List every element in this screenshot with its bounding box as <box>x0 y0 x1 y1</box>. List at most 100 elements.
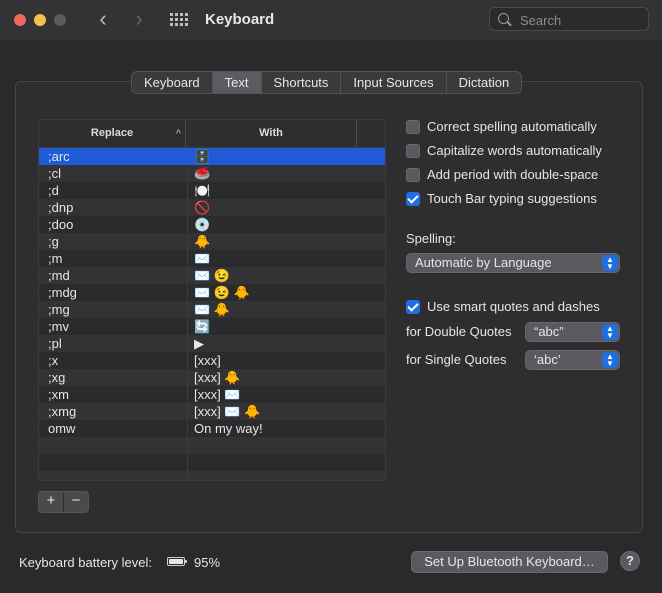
replace-cell[interactable]: ;xm <box>39 386 187 403</box>
search-input[interactable] <box>518 11 642 29</box>
with-cell[interactable]: 🔄 <box>187 318 210 335</box>
column-header-replace[interactable]: Replace ^ <box>39 120 186 147</box>
capitalize-option[interactable]: Capitalize words automatically <box>406 143 602 158</box>
with-cell[interactable]: On my way! <box>187 420 263 437</box>
with-cell[interactable]: 🥌 <box>187 165 210 182</box>
replace-cell[interactable]: ;mv <box>39 318 187 335</box>
replace-cell[interactable]: ;xg <box>39 369 187 386</box>
table-row[interactable]: ;x [xxx] <box>39 352 385 369</box>
table-row[interactable]: ;arc 🗄️ <box>39 148 385 165</box>
search-field[interactable] <box>489 7 649 31</box>
touch-bar-option[interactable]: Touch Bar typing suggestions <box>406 191 597 206</box>
spelling-value: Automatic by Language <box>415 255 552 270</box>
text-replacements-table[interactable]: Replace ^ With ;arc 🗄️ ;cl 🥌 ;d 🍽️ ;dnp 🚫 ;doo 💿;… <box>38 119 386 481</box>
replace-cell[interactable] <box>39 471 187 480</box>
battery-level-label: Keyboard battery level: <box>19 555 152 570</box>
with-cell[interactable]: 🐥 <box>187 233 210 250</box>
capitalize-checkbox[interactable] <box>406 143 420 158</box>
with-cell[interactable]: [xxx] 🐥 <box>187 369 241 386</box>
smart-quotes-checkbox[interactable] <box>406 299 420 314</box>
help-button[interactable]: ? <box>620 551 640 571</box>
with-cell[interactable]: ✉️ 🐥 <box>187 301 230 318</box>
table-row[interactable]: ;xm [xxx] ✉️ <box>39 386 385 403</box>
table-row[interactable]: ;mg ✉️ 🐥 <box>39 301 385 318</box>
add-button[interactable]: + <box>39 492 64 512</box>
replace-cell[interactable]: ;mdg <box>39 284 187 301</box>
table-row[interactable]: ;d 🍽️ <box>39 182 385 199</box>
table-row[interactable]: ;mdg ✉️ 😉 🐥 <box>39 284 385 301</box>
setup-bluetooth-keyboard-button[interactable]: Set Up Bluetooth Keyboard… <box>411 551 608 573</box>
table-row[interactable] <box>39 454 385 471</box>
table-row[interactable]: ;pl ▶ <box>39 335 385 352</box>
column-header-with[interactable]: With <box>186 120 357 147</box>
replace-cell[interactable]: ;pl <box>39 335 187 352</box>
tab-text[interactable]: Text <box>212 72 262 93</box>
add-period-checkbox[interactable] <box>406 167 420 182</box>
table-row[interactable]: ;m ✉️ <box>39 250 385 267</box>
with-cell[interactable] <box>187 437 194 454</box>
table-row[interactable]: ;cl 🥌 <box>39 165 385 182</box>
replace-cell[interactable]: ;x <box>39 352 187 369</box>
replace-cell[interactable]: ;doo <box>39 216 187 233</box>
table-row[interactable]: ;xg [xxx] 🐥 <box>39 369 385 386</box>
popup-arrows-icon: ▲ ▼ <box>602 255 618 271</box>
replace-cell[interactable]: ;cl <box>39 165 187 182</box>
replace-cell[interactable]: ;m <box>39 250 187 267</box>
add-period-option[interactable]: Add period with double-space <box>406 167 598 182</box>
with-cell[interactable] <box>187 454 194 471</box>
correct-spelling-option[interactable]: Correct spelling automatically <box>406 119 597 134</box>
correct-spelling-checkbox[interactable] <box>406 119 420 134</box>
add-remove-control: + − <box>38 491 89 513</box>
table-row[interactable]: ;g 🐥 <box>39 233 385 250</box>
spelling-popup[interactable]: Automatic by Language ▲ ▼ <box>406 253 620 273</box>
replace-cell[interactable]: ;xmg <box>39 403 187 420</box>
table-row[interactable]: ;xmg [xxx] ✉️ 🐥 <box>39 403 385 420</box>
touch-bar-checkbox[interactable] <box>406 191 420 206</box>
replace-cell[interactable]: ;arc <box>39 148 187 165</box>
replace-cell[interactable] <box>39 454 187 471</box>
with-cell[interactable]: 🍽️ <box>187 182 210 199</box>
smart-quotes-option[interactable]: Use smart quotes and dashes <box>406 299 600 314</box>
back-chevron-icon[interactable]: ‹ <box>92 8 114 31</box>
with-cell[interactable]: 🗄️ <box>187 148 210 165</box>
tab-shortcuts[interactable]: Shortcuts <box>262 72 342 93</box>
replace-cell[interactable]: omw <box>39 420 187 437</box>
forward-chevron-icon[interactable]: › <box>128 8 150 31</box>
table-row[interactable] <box>39 471 385 480</box>
table-row[interactable]: ;dnp 🚫 <box>39 199 385 216</box>
tab-bar: Keyboard Text Shortcuts Input Sources Di… <box>131 71 523 94</box>
zoom-window-button[interactable] <box>54 14 66 26</box>
table-row[interactable]: ;doo 💿 <box>39 216 385 233</box>
table-row[interactable]: omw On my way! <box>39 420 385 437</box>
remove-button[interactable]: − <box>64 492 88 512</box>
table-row[interactable]: ;md ✉️ 😉 <box>39 267 385 284</box>
tab-input-sources[interactable]: Input Sources <box>341 72 447 93</box>
title-bar: ‹ › Keyboard <box>0 0 662 40</box>
with-cell[interactable]: [xxx] ✉️ 🐥 <box>187 403 260 420</box>
show-all-grid-icon[interactable] <box>170 13 190 27</box>
replace-cell[interactable]: ;d <box>39 182 187 199</box>
replace-cell[interactable] <box>39 437 187 454</box>
with-cell[interactable]: ✉️ 😉 <box>187 267 230 284</box>
with-cell[interactable]: ▶ <box>187 335 204 352</box>
with-cell[interactable]: 🚫 <box>187 199 210 216</box>
tab-keyboard[interactable]: Keyboard <box>132 72 213 93</box>
replace-cell[interactable]: ;md <box>39 267 187 284</box>
with-cell[interactable]: [xxx] ✉️ <box>187 386 241 403</box>
with-cell[interactable] <box>187 471 194 480</box>
replace-cell[interactable]: ;g <box>39 233 187 250</box>
with-cell[interactable]: [xxx] <box>187 352 221 369</box>
close-window-button[interactable] <box>14 14 26 26</box>
with-cell[interactable]: ✉️ <box>187 250 210 267</box>
single-quotes-popup[interactable]: ‘abc’ ▲ ▼ <box>525 350 620 370</box>
with-cell[interactable]: 💿 <box>187 216 210 233</box>
table-row[interactable]: ;mv 🔄 <box>39 318 385 335</box>
replace-cell[interactable]: ;mg <box>39 301 187 318</box>
tab-dictation[interactable]: Dictation <box>447 72 522 93</box>
table-header: Replace ^ With <box>39 120 385 148</box>
with-cell[interactable]: ✉️ 😉 🐥 <box>187 284 250 301</box>
table-row[interactable] <box>39 437 385 454</box>
double-quotes-popup[interactable]: “abc” ▲ ▼ <box>525 322 620 342</box>
minimize-window-button[interactable] <box>34 14 46 26</box>
replace-cell[interactable]: ;dnp <box>39 199 187 216</box>
